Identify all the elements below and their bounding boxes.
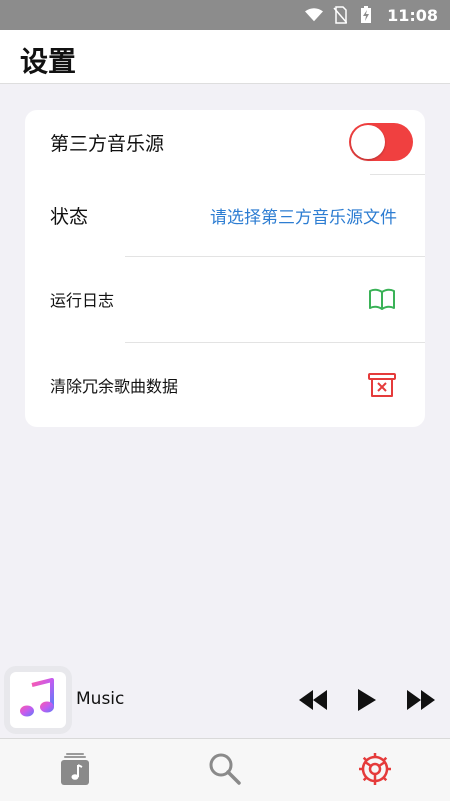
- music-library-icon[interactable]: [57, 751, 93, 787]
- tab-bar: [0, 738, 450, 801]
- search-icon[interactable]: [207, 751, 243, 787]
- book-icon[interactable]: [367, 284, 397, 314]
- setting-third-party-source[interactable]: 第三方音乐源: [25, 110, 425, 174]
- track-title: Music: [76, 689, 125, 709]
- app-header: 设置: [0, 30, 450, 84]
- status-label: 状态: [50, 205, 89, 228]
- status-time: 11:08: [387, 5, 438, 25]
- third-party-source-label: 第三方音乐源: [50, 132, 165, 155]
- status-value-link[interactable]: 请选择第三方音乐源文件: [210, 203, 397, 228]
- status-bar: 11:08: [0, 0, 450, 30]
- setting-clean-data[interactable]: 清除冗余歌曲数据: [25, 342, 425, 427]
- settings-card: 第三方音乐源 状态 请选择第三方音乐源文件 运行日志 清除冗余歌曲数据: [25, 110, 425, 427]
- settings-gear-icon[interactable]: [357, 751, 393, 787]
- wifi-icon: [305, 6, 324, 24]
- toggle-knob: [351, 125, 385, 159]
- third-party-source-toggle[interactable]: [349, 123, 413, 161]
- page-title: 设置: [20, 45, 77, 78]
- mini-player[interactable]: Music: [0, 662, 450, 738]
- music-note-icon: [18, 677, 58, 723]
- battery-charging-icon: [357, 6, 375, 24]
- setting-run-log[interactable]: 运行日志: [25, 256, 425, 342]
- next-icon[interactable]: [405, 686, 437, 714]
- clean-data-label: 清除冗余歌曲数据: [50, 376, 179, 396]
- album-cover[interactable]: [10, 672, 66, 728]
- setting-status[interactable]: 状态 请选择第三方音乐源文件: [25, 174, 425, 256]
- play-icon[interactable]: [355, 686, 379, 714]
- previous-icon[interactable]: [297, 686, 329, 714]
- trash-x-icon[interactable]: [367, 370, 397, 400]
- run-log-label: 运行日志: [50, 291, 115, 310]
- no-sim-icon: [331, 6, 349, 24]
